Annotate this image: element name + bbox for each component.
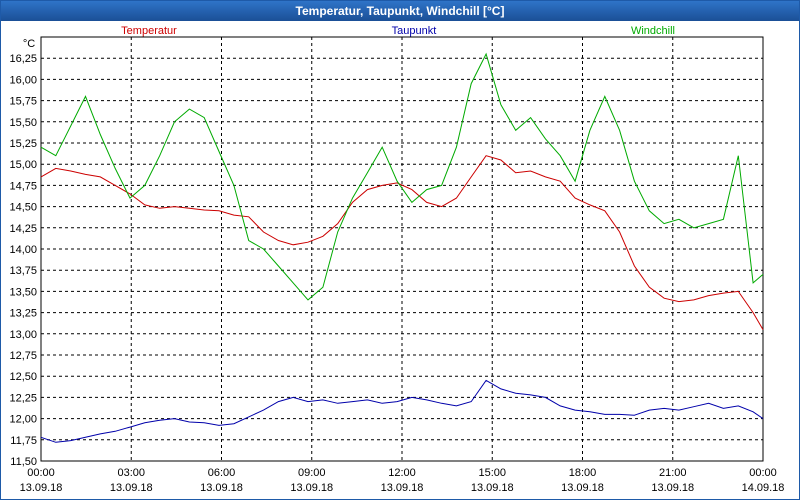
x-tick-date: 13.09.18 <box>471 482 514 494</box>
y-tick-label: 16,25 <box>9 53 37 65</box>
y-tick-label: 14,00 <box>9 244 37 256</box>
legend-entry-windchill: Windchill <box>631 25 675 37</box>
x-tick-time: 00:00 <box>27 467 55 479</box>
y-tick-label: 12,25 <box>9 392 37 404</box>
x-tick-date: 13.09.18 <box>290 482 333 494</box>
x-tick-date: 13.09.18 <box>381 482 424 494</box>
x-tick-date: 13.09.18 <box>110 482 153 494</box>
window-title: Temperatur, Taupunkt, Windchill [°C] <box>1 1 799 21</box>
y-axis-unit: °C <box>23 38 35 50</box>
y-tick-label: 14,25 <box>9 223 37 235</box>
y-tick-label: 11,75 <box>10 435 37 447</box>
legend-entry-taupunkt: Taupunkt <box>392 25 437 37</box>
x-tick-date: 13.09.18 <box>20 482 63 494</box>
x-tick-time: 21:00 <box>659 467 687 479</box>
y-tick-label: 13,00 <box>9 329 37 341</box>
x-tick-date: 13.09.18 <box>651 482 694 494</box>
x-tick-time: 00:00 <box>749 467 777 479</box>
y-tick-label: 13,75 <box>9 265 37 277</box>
y-tick-label: 15,25 <box>9 138 37 150</box>
y-tick-label: 16,00 <box>9 74 37 86</box>
y-tick-label: 15,00 <box>9 159 37 171</box>
x-tick-time: 18:00 <box>569 467 597 479</box>
x-tick-date: 14.09.18 <box>742 482 785 494</box>
y-tick-label: 12,50 <box>9 371 37 383</box>
x-tick-time: 06:00 <box>208 467 236 479</box>
x-tick-time: 09:00 <box>298 467 326 479</box>
y-tick-label: 14,50 <box>9 202 37 214</box>
chart-window: Temperatur, Taupunkt, Windchill [°C] 11,… <box>0 0 800 500</box>
line-chart: 11,5011,7512,0012,2512,5012,7513,0013,25… <box>9 25 785 494</box>
y-tick-label: 12,00 <box>9 414 37 426</box>
y-tick-label: 15,50 <box>9 117 37 129</box>
x-tick-date: 13.09.18 <box>561 482 604 494</box>
y-tick-label: 12,75 <box>9 350 37 362</box>
x-tick-time: 15:00 <box>478 467 506 479</box>
legend-entry-temperatur: Temperatur <box>121 25 177 37</box>
x-tick-time: 03:00 <box>117 467 145 479</box>
x-tick-date: 13.09.18 <box>200 482 243 494</box>
y-tick-label: 14,75 <box>9 180 37 192</box>
y-tick-label: 13,25 <box>9 308 37 320</box>
x-tick-time: 12:00 <box>388 467 416 479</box>
y-tick-label: 13,50 <box>9 286 37 298</box>
y-tick-label: 15,75 <box>9 96 37 108</box>
